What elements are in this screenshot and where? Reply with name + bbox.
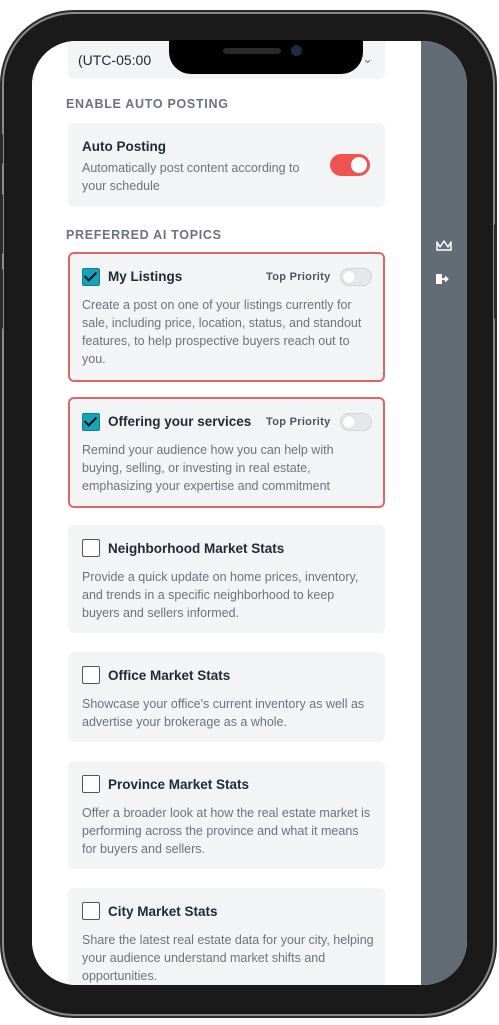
auto-posting-title: Auto Posting [82, 139, 166, 154]
side-rail [421, 41, 467, 985]
topic-checkbox[interactable] [82, 902, 100, 920]
topic-title: My Listings [108, 269, 183, 284]
top-priority-label: Top Priority [266, 271, 331, 283]
topic-description: Remind your audience how you can help wi… [82, 443, 334, 493]
logout-icon[interactable] [435, 272, 449, 289]
phone-screen: (UTC-05:00 ⌄ ENABLE AUTO POSTING Auto Po… [32, 41, 467, 985]
front-camera-icon [291, 45, 302, 56]
auto-posting-section-label: ENABLE AUTO POSTING [66, 97, 229, 111]
topic-description: Offer a broader look at how the real est… [82, 806, 371, 856]
topic-card-my-listings[interactable]: My Listings Top Priority Create a post o… [68, 252, 385, 382]
topic-title: Office Market Stats [108, 668, 231, 683]
side-button-volume-up [0, 194, 3, 254]
auto-posting-card: Auto Posting Automatically post content … [68, 123, 385, 207]
topic-checkbox[interactable] [82, 413, 100, 431]
topic-card-office-stats[interactable]: Office Market Stats Showcase your office… [68, 652, 385, 742]
auto-posting-toggle[interactable] [330, 154, 370, 176]
crown-icon[interactable] [435, 239, 453, 256]
side-button-volume-down [0, 269, 3, 329]
side-button-silent [0, 134, 3, 164]
side-button-power [494, 224, 497, 319]
settings-panel: (UTC-05:00 ⌄ ENABLE AUTO POSTING Auto Po… [32, 41, 421, 985]
topic-description: Provide a quick update on home prices, i… [82, 570, 359, 620]
topic-checkbox[interactable] [82, 666, 100, 684]
topic-title: Neighborhood Market Stats [108, 541, 285, 556]
chevron-down-icon: ⌄ [362, 51, 373, 66]
topic-checkbox[interactable] [82, 775, 100, 793]
speaker-grille [223, 48, 281, 54]
topic-card-city-stats[interactable]: City Market Stats Share the latest real … [68, 888, 385, 985]
topic-card-offering-services[interactable]: Offering your services Top Priority Remi… [68, 397, 385, 508]
phone-notch [169, 40, 363, 74]
topic-card-province-stats[interactable]: Province Market Stats Offer a broader lo… [68, 761, 385, 869]
top-priority-label: Top Priority [266, 416, 331, 428]
topic-title: Province Market Stats [108, 777, 250, 792]
auto-posting-description: Automatically post content according to … [82, 161, 300, 193]
timezone-value: (UTC-05:00 [78, 52, 152, 68]
topic-description: Create a post on one of your listings cu… [82, 298, 362, 366]
topic-card-neighborhood-stats[interactable]: Neighborhood Market Stats Provide a quic… [68, 525, 385, 633]
ai-topics-section-label: PREFERRED AI TOPICS [66, 228, 222, 242]
topic-title: Offering your services [108, 414, 252, 429]
topic-description: Share the latest real estate data for yo… [82, 933, 374, 983]
topic-description: Showcase your office's current inventory… [82, 697, 365, 729]
top-priority-toggle[interactable] [340, 268, 372, 286]
topic-checkbox[interactable] [82, 268, 100, 286]
top-priority-toggle[interactable] [340, 413, 372, 431]
topic-title: City Market Stats [108, 904, 218, 919]
topic-checkbox[interactable] [82, 539, 100, 557]
